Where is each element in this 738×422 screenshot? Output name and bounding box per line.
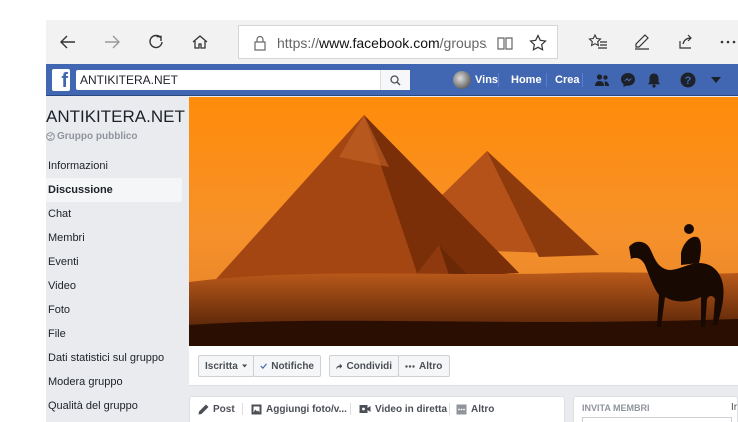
- facebook-header: f ANTIKITERA.NET Vins Home Crea ?: [46, 64, 738, 96]
- photo-icon: [251, 404, 262, 414]
- notifications-button[interactable]: Notifiche: [253, 355, 321, 377]
- sidebar-item-eventi[interactable]: Eventi: [46, 250, 182, 274]
- account-menu-chevron-icon[interactable]: [706, 70, 726, 90]
- post-composer: Post Aggiungi foto/v... Video in diretta…: [189, 396, 565, 422]
- home-link[interactable]: Home: [511, 74, 542, 86]
- sidebar-item-foto[interactable]: Foto: [46, 298, 182, 322]
- group-sidebar: ANTIKITERA.NET Gruppo pubblico Informazi…: [46, 96, 188, 422]
- share-button[interactable]: Condividi: [329, 355, 399, 377]
- create-link[interactable]: Crea: [555, 74, 579, 86]
- search-icon: [390, 74, 401, 85]
- group-privacy: Gruppo pubblico: [46, 131, 138, 142]
- notifications-bell-icon[interactable]: [644, 70, 664, 90]
- pyramids-image: [189, 97, 738, 346]
- divider: [449, 403, 450, 415]
- friend-requests-icon[interactable]: [592, 70, 612, 90]
- group-title[interactable]: ANTIKITERA.NET: [46, 107, 185, 127]
- sidebar-item-informazioni[interactable]: Informazioni: [46, 154, 182, 178]
- group-privacy-label: Gruppo pubblico: [57, 131, 138, 142]
- back-arrow-icon: [60, 35, 75, 49]
- svg-text:?: ?: [685, 75, 692, 87]
- divider: [242, 403, 243, 415]
- home-button[interactable]: [182, 20, 218, 64]
- sidebar-item-quality[interactable]: Qualità del gruppo: [46, 394, 182, 418]
- url-text: https://www.facebook.com/groups/5: [277, 26, 487, 60]
- notifications-label: Notifiche: [271, 360, 314, 372]
- divider: [498, 73, 499, 87]
- forward-button[interactable]: [94, 20, 130, 64]
- avatar: [453, 71, 471, 89]
- more-actions-button[interactable]: Altro: [398, 355, 450, 377]
- invite-input[interactable]: [582, 417, 732, 422]
- divider: [582, 73, 583, 87]
- facebook-logo-icon[interactable]: f: [52, 69, 70, 92]
- sidebar-item-moderate[interactable]: Modera gruppo: [46, 370, 182, 394]
- favorites-list-icon: [588, 33, 607, 49]
- sidebar-item-insights[interactable]: Dati statistici sul gruppo: [46, 346, 182, 370]
- invite-title: INVITA MEMBRI: [582, 403, 650, 413]
- messenger-icon[interactable]: [618, 70, 638, 90]
- share-label: Condividi: [346, 360, 392, 372]
- favorites-button[interactable]: [580, 20, 616, 64]
- more-button[interactable]: [710, 20, 738, 64]
- post-label: Post: [213, 403, 235, 415]
- video-camera-icon: [359, 405, 371, 413]
- photo-label: Aggiungi foto/v...: [266, 403, 347, 415]
- pen-icon: [635, 34, 649, 50]
- more-grid-icon: [456, 404, 467, 414]
- reading-view-icon[interactable]: [497, 35, 513, 51]
- ellipsis-icon: [405, 364, 415, 368]
- invite-tail-text: Ir: [731, 402, 738, 413]
- share-browser-button[interactable]: [668, 20, 704, 64]
- sidebar-item-chat[interactable]: Chat: [46, 202, 182, 226]
- notes-button[interactable]: [624, 20, 660, 64]
- composer-post-tab[interactable]: Post: [198, 397, 235, 421]
- url-host: www.facebook.com: [319, 35, 440, 51]
- group-nav: Informazioni Discussione Chat Membri Eve…: [46, 154, 182, 418]
- pencil-icon: [198, 404, 209, 414]
- favorite-star-icon[interactable]: [529, 34, 547, 52]
- share-icon: [679, 34, 692, 49]
- composer-photo-tab[interactable]: Aggiungi foto/v...: [251, 397, 347, 421]
- forward-arrow-icon: [105, 35, 120, 49]
- divider: [546, 73, 547, 87]
- refresh-button[interactable]: [138, 20, 174, 64]
- composer-live-tab[interactable]: Video in diretta: [359, 397, 447, 421]
- group-actions-bar: Iscritta Notifiche Condividi Altro: [189, 346, 738, 386]
- refresh-icon: [149, 34, 163, 49]
- help-icon[interactable]: ?: [678, 70, 698, 90]
- lock-icon: [254, 35, 266, 51]
- sidebar-item-video[interactable]: Video: [46, 274, 182, 298]
- invite-members-box: INVITA MEMBRI Ir: [573, 396, 738, 422]
- ellipsis-icon: [720, 40, 736, 44]
- user-name: Vins: [475, 74, 499, 86]
- composer-more-label: Altro: [471, 403, 495, 415]
- home-icon: [192, 35, 208, 49]
- profile-link[interactable]: Vins: [453, 70, 498, 90]
- browser-toolbar: https://www.facebook.com/groups/5: [46, 20, 738, 64]
- chevron-down-icon: [241, 364, 247, 368]
- share-arrow-icon: [336, 363, 343, 369]
- cover-photo[interactable]: [189, 97, 738, 346]
- sidebar-item-membri[interactable]: Membri: [46, 226, 182, 250]
- composer-more-tab[interactable]: Altro: [456, 397, 494, 421]
- divider: [350, 403, 351, 415]
- search-input[interactable]: ANTIKITERA.NET: [76, 70, 410, 90]
- sidebar-item-file[interactable]: File: [46, 322, 182, 346]
- address-bar[interactable]: https://www.facebook.com/groups/5: [238, 25, 558, 59]
- screenshot-root: https://www.facebook.com/groups/5 f ANTI…: [0, 0, 738, 422]
- live-label: Video in diretta: [375, 403, 448, 415]
- url-path: /groups/5: [439, 35, 487, 51]
- check-icon: [260, 363, 267, 370]
- globe-icon: [46, 132, 55, 141]
- more-label: Altro: [419, 360, 443, 372]
- back-button[interactable]: [50, 20, 86, 64]
- joined-button[interactable]: Iscritta: [198, 355, 254, 377]
- sidebar-item-discussione[interactable]: Discussione: [46, 178, 182, 202]
- url-prefix: https://: [277, 35, 320, 51]
- joined-label: Iscritta: [205, 360, 238, 372]
- search-button[interactable]: [380, 70, 410, 90]
